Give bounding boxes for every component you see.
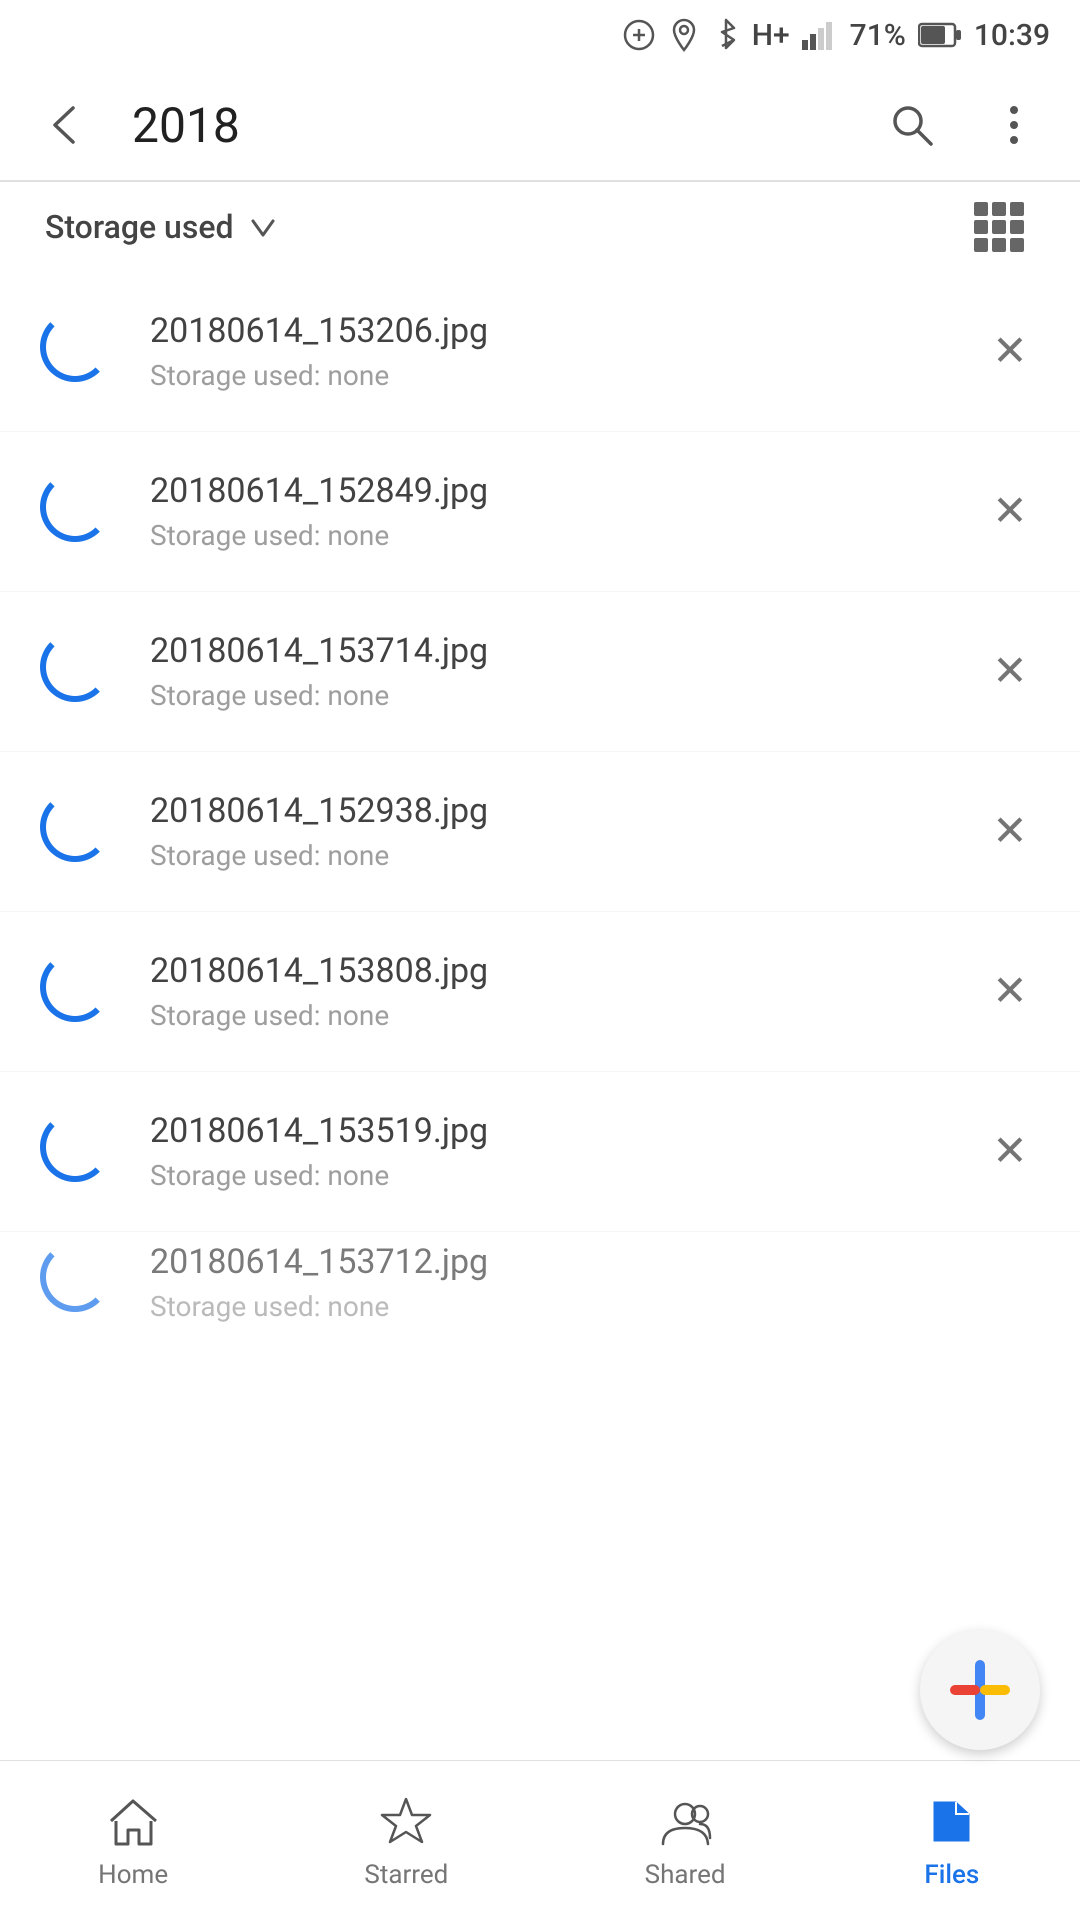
remove-button[interactable]: ✕ bbox=[980, 642, 1040, 702]
loading-spinner bbox=[40, 312, 120, 392]
file-meta: Storage used: none bbox=[150, 839, 950, 872]
file-info: 20180614_153206.jpg Storage used: none bbox=[150, 311, 950, 392]
list-item[interactable]: 20180614_153712.jpg Storage used: none bbox=[0, 1232, 1080, 1332]
close-x-icon: ✕ bbox=[992, 1131, 1027, 1173]
file-info: 20180614_153714.jpg Storage used: none bbox=[150, 631, 950, 712]
nav-home-label: Home bbox=[98, 1860, 168, 1890]
remove-button[interactable]: ✕ bbox=[980, 962, 1040, 1022]
list-item[interactable]: 20180614_153519.jpg Storage used: none ✕ bbox=[0, 1072, 1080, 1232]
home-icon bbox=[103, 1792, 163, 1852]
nav-files[interactable]: Files bbox=[892, 1782, 1012, 1900]
loading-spinner bbox=[40, 952, 120, 1032]
remove-button[interactable]: ✕ bbox=[980, 322, 1040, 382]
file-list: 20180614_153206.jpg Storage used: none ✕… bbox=[0, 272, 1080, 1332]
status-bar: H+ 71% 10:39 bbox=[0, 0, 1080, 70]
status-icons: H+ 71% 10:39 bbox=[622, 18, 1050, 53]
location-icon bbox=[668, 18, 700, 52]
nav-home[interactable]: Home bbox=[68, 1782, 198, 1900]
bottom-nav: Home Starred Shared Fil bbox=[0, 1760, 1080, 1920]
fab-add-button[interactable] bbox=[920, 1630, 1040, 1750]
file-meta: Storage used: none bbox=[150, 1159, 950, 1192]
file-meta: Storage used: none bbox=[150, 1290, 950, 1323]
signal-bars-icon bbox=[802, 18, 838, 52]
files-icon bbox=[922, 1792, 982, 1852]
remove-button[interactable]: ✕ bbox=[980, 1122, 1040, 1182]
app-bar: 2018 bbox=[0, 70, 1080, 180]
bluetooth-icon bbox=[712, 18, 740, 52]
sort-label-text: Storage used bbox=[45, 208, 233, 246]
remove-button[interactable]: ✕ bbox=[980, 482, 1040, 542]
back-button[interactable] bbox=[30, 89, 102, 161]
page-title: 2018 bbox=[132, 97, 846, 154]
loading-spinner bbox=[40, 1242, 120, 1322]
file-name: 20180614_153519.jpg bbox=[150, 1111, 950, 1151]
sort-button[interactable]: Storage used bbox=[45, 208, 279, 246]
list-item[interactable]: 20180614_152938.jpg Storage used: none ✕ bbox=[0, 752, 1080, 912]
list-item[interactable]: 20180614_153206.jpg Storage used: none ✕ bbox=[0, 272, 1080, 432]
starred-icon bbox=[376, 1792, 436, 1852]
file-name: 20180614_153206.jpg bbox=[150, 311, 950, 351]
close-x-icon: ✕ bbox=[992, 811, 1027, 853]
list-item[interactable]: 20180614_153714.jpg Storage used: none ✕ bbox=[0, 592, 1080, 752]
close-x-icon: ✕ bbox=[992, 491, 1027, 533]
list-item[interactable]: 20180614_153808.jpg Storage used: none ✕ bbox=[0, 912, 1080, 1072]
nav-shared[interactable]: Shared bbox=[615, 1782, 756, 1900]
battery-percent: 71% bbox=[850, 18, 906, 53]
circle-plus-icon bbox=[622, 18, 656, 52]
close-x-icon: ✕ bbox=[992, 331, 1027, 373]
nav-starred[interactable]: Starred bbox=[334, 1782, 478, 1900]
file-meta: Storage used: none bbox=[150, 679, 950, 712]
loading-spinner bbox=[40, 472, 120, 552]
file-name: 20180614_153712.jpg bbox=[150, 1242, 950, 1282]
fab-plus-icon bbox=[945, 1655, 1015, 1725]
nav-files-label: Files bbox=[924, 1860, 979, 1890]
grid-icon bbox=[974, 202, 1024, 252]
nav-shared-label: Shared bbox=[645, 1860, 726, 1890]
remove-button[interactable]: ✕ bbox=[980, 802, 1040, 862]
file-name: 20180614_152849.jpg bbox=[150, 471, 950, 511]
battery-icon bbox=[918, 20, 962, 50]
file-name: 20180614_153808.jpg bbox=[150, 951, 950, 991]
sort-bar: Storage used bbox=[0, 182, 1080, 272]
grid-view-button[interactable] bbox=[963, 191, 1035, 263]
list-item[interactable]: 20180614_152849.jpg Storage used: none ✕ bbox=[0, 432, 1080, 592]
close-x-icon: ✕ bbox=[992, 651, 1027, 693]
more-options-button[interactable] bbox=[978, 89, 1050, 161]
file-info: 20180614_152849.jpg Storage used: none bbox=[150, 471, 950, 552]
file-meta: Storage used: none bbox=[150, 519, 950, 552]
file-meta: Storage used: none bbox=[150, 999, 950, 1032]
file-meta: Storage used: none bbox=[150, 359, 950, 392]
loading-spinner bbox=[40, 1112, 120, 1192]
close-x-icon: ✕ bbox=[992, 971, 1027, 1013]
search-button[interactable] bbox=[876, 89, 948, 161]
file-info: 20180614_153808.jpg Storage used: none bbox=[150, 951, 950, 1032]
loading-spinner bbox=[40, 632, 120, 712]
sort-direction-icon bbox=[247, 211, 279, 243]
shared-icon bbox=[655, 1792, 715, 1852]
signal-type: H+ bbox=[752, 18, 790, 53]
file-info: 20180614_152938.jpg Storage used: none bbox=[150, 791, 950, 872]
file-name: 20180614_153714.jpg bbox=[150, 631, 950, 671]
file-name: 20180614_152938.jpg bbox=[150, 791, 950, 831]
loading-spinner bbox=[40, 792, 120, 872]
clock: 10:39 bbox=[974, 18, 1050, 53]
file-info: 20180614_153519.jpg Storage used: none bbox=[150, 1111, 950, 1192]
nav-starred-label: Starred bbox=[364, 1860, 448, 1890]
file-info: 20180614_153712.jpg Storage used: none bbox=[150, 1242, 950, 1323]
